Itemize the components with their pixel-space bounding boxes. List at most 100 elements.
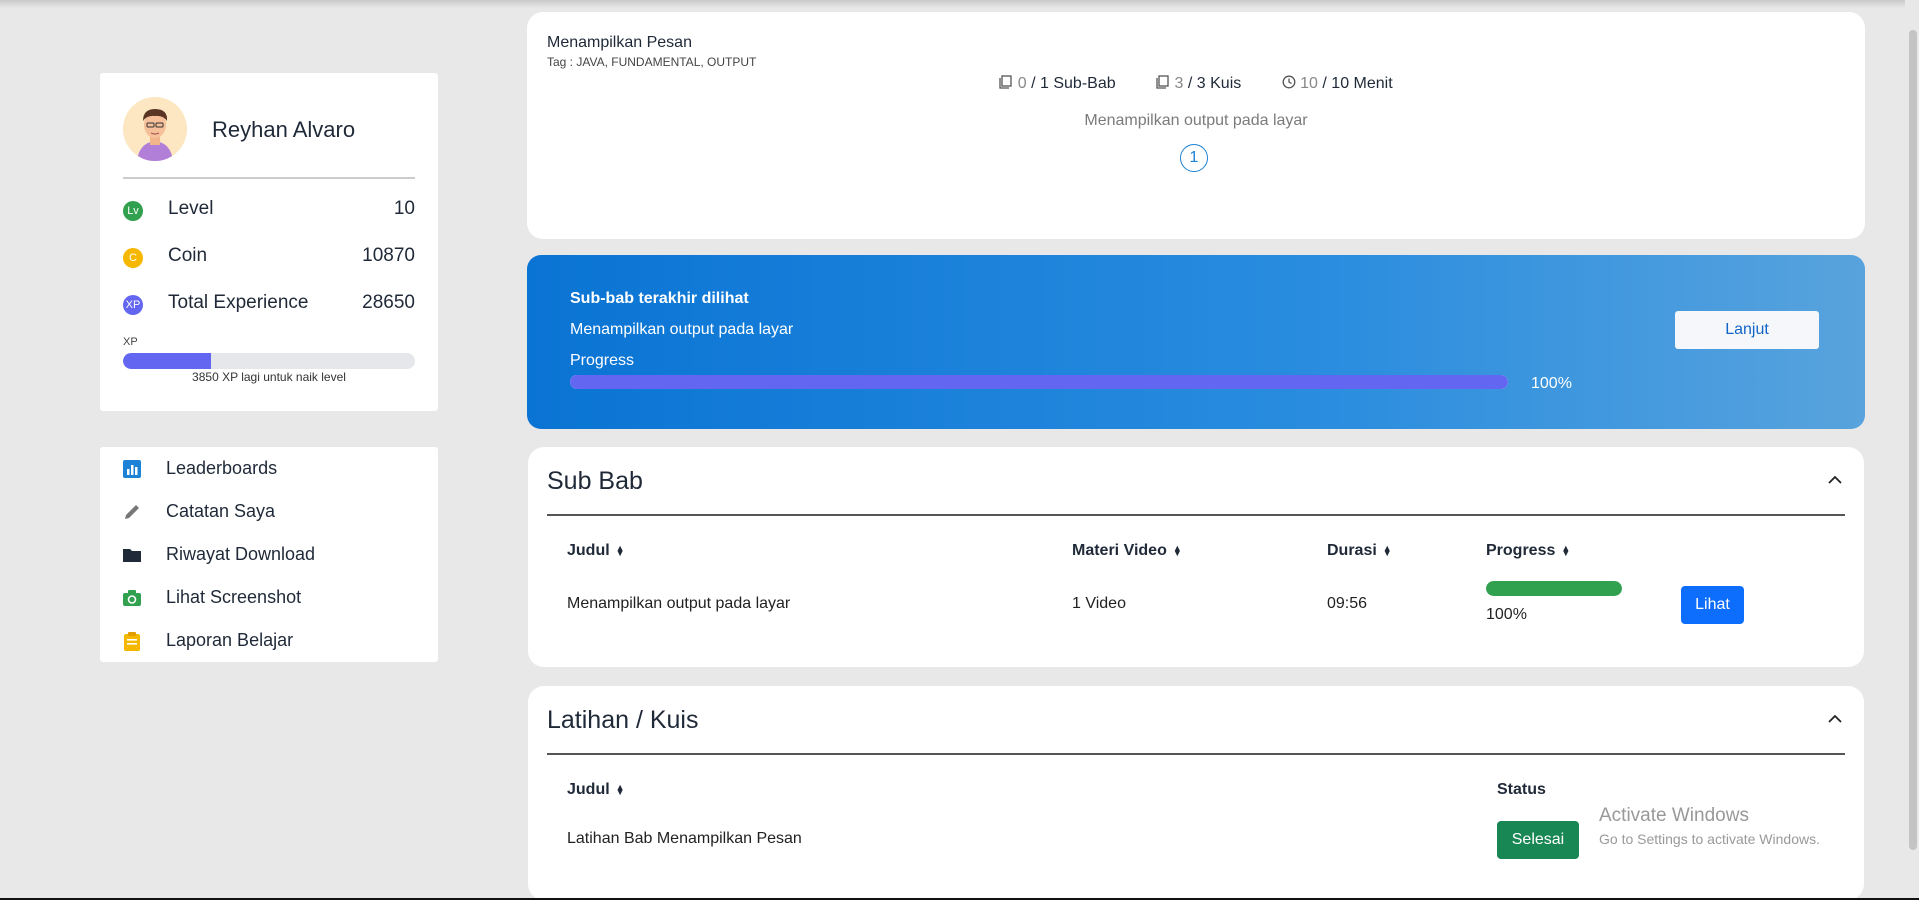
book-icon [1156,75,1169,89]
pencil-icon [122,502,142,522]
subbab-heading: Sub Bab [547,467,643,495]
row-judul: Latihan Bab Menampilkan Pesan [567,830,802,847]
sort-icon: ▲ ▼ [615,542,625,558]
menu-label: Laporan Belajar [166,630,294,650]
menit-stat: 10 / 10 Menit [1282,75,1393,93]
course-card: Menampilkan Pesan Tag : JAVA, FUNDAMENTA… [527,12,1865,239]
sort-icon: ▲ ▼ [615,781,625,797]
menu-item-catatan[interactable]: Catatan Saya [100,492,438,532]
coin-row: C Coin 10870 [123,245,415,271]
chevron-up-icon[interactable] [1826,471,1844,489]
xp-progress-bar [123,353,415,369]
coin-icon: C [123,248,143,268]
clock-icon [1282,75,1296,89]
xp-bar-label: XP [123,336,138,348]
progress-label: Progress [570,352,635,369]
profile-card: Reyhan Alvaro Lv Level 10 C Coin 10870 X… [100,73,438,411]
course-title: Menampilkan Pesan [547,34,692,51]
menu-label: Leaderboards [166,458,278,478]
course-stats: 0 / 1 Sub-Bab 3 / 3 Kuis 10 / 10 Menit [527,75,1865,93]
row-judul: Menampilkan output pada layar [567,595,791,612]
last-viewed-progress-text: 100% [1531,375,1572,392]
menit-done: 10 [1300,75,1318,92]
last-viewed-title: Sub-bab terakhir dilihat [570,290,749,307]
status-button[interactable]: Selesai [1497,821,1579,859]
course-tags: Tag : JAVA, FUNDAMENTAL, OUTPUT [547,55,757,69]
column-label: Judul [567,781,610,798]
continue-button[interactable]: Lanjut [1675,311,1819,349]
level-icon: Lv [123,201,143,221]
divider [123,177,415,179]
row-progress-fill [1486,581,1622,596]
menu-label: Catatan Saya [166,501,276,521]
camera-icon [122,588,142,608]
xp-icon: XP [123,295,143,315]
last-viewed-card: Sub-bab terakhir dilihat Menampilkan out… [527,255,1865,429]
row-progress-text: 100% [1486,606,1527,623]
divider [547,753,1845,755]
column-materi[interactable]: Materi Video ▲ ▼ [1072,542,1182,560]
activate-windows-watermark: Activate Windows Go to Settings to activ… [1599,805,1820,847]
latihan-card: Latihan / Kuis Judul ▲ ▼ Status Latihan Ba… [528,686,1864,900]
last-viewed-subtitle: Menampilkan output pada layar [570,321,794,338]
menu-item-leaderboards[interactable]: Leaderboards [100,449,438,489]
folder-icon [122,545,142,565]
scrollbar-thumb[interactable] [1909,30,1917,850]
subbab-total: / 1 Sub-Bab [1031,75,1116,92]
bar-chart-icon [122,459,142,479]
divider [547,514,1845,516]
xp-note: 3850 XP lagi untuk naik level [192,370,346,384]
subbab-done: 0 [1017,75,1027,92]
column-judul[interactable]: Judul ▲ ▼ [567,781,625,799]
kuis-total: / 3 Kuis [1187,75,1242,92]
sort-icon: ▲ ▼ [1561,542,1571,558]
coin-value: 10870 [362,245,415,266]
menu-label: Lihat Screenshot [166,587,302,607]
column-label: Durasi [1327,542,1377,559]
menu-item-riwayat-download[interactable]: Riwayat Download [100,535,438,575]
menu-item-laporan-belajar[interactable]: Laporan Belajar [100,621,438,661]
coin-label: Coin [168,245,208,266]
level-label: Level [168,198,214,219]
column-label: Judul [567,542,610,559]
step-indicator[interactable]: 1 [1180,144,1208,172]
lihat-button[interactable]: Lihat [1681,586,1744,624]
last-viewed-progress-bar [570,375,1508,389]
sort-icon: ▲ ▼ [1382,542,1392,558]
avatar [123,97,187,161]
experience-value: 28650 [362,292,415,313]
subbab-stat: 0 / 1 Sub-Bab [999,75,1116,93]
row-materi: 1 Video [1072,595,1126,612]
row-durasi: 09:56 [1327,595,1368,612]
latihan-heading: Latihan / Kuis [547,706,699,734]
watermark-title: Activate Windows [1599,805,1749,826]
scrollbar[interactable] [1905,0,1919,900]
kuis-stat: 3 / 3 Kuis [1156,75,1241,93]
last-viewed-progress-fill [570,375,1508,389]
experience-label: Total Experience [168,292,309,313]
sort-icon: ▲ ▼ [1172,542,1182,558]
column-judul[interactable]: Judul ▲ ▼ [567,542,625,560]
menu-item-lihat-screenshot[interactable]: Lihat Screenshot [100,578,438,618]
book-icon [999,75,1012,89]
subbab-card: Sub Bab Judul ▲ ▼ Materi Video ▲ ▼ Durasi ▲ ▼ … [528,447,1864,667]
experience-row: XP Total Experience 28650 [123,292,415,318]
kuis-done: 3 [1174,75,1184,92]
column-label: Progress [1486,542,1556,559]
top-shadow [0,0,1919,8]
menit-total: / 10 Menit [1322,75,1393,92]
column-durasi[interactable]: Durasi ▲ ▼ [1327,542,1392,560]
column-status: Status [1497,781,1546,798]
side-menu: Leaderboards Catatan Saya Riwayat Downlo… [100,447,438,662]
menu-label: Riwayat Download [166,544,316,564]
watermark-subtitle: Go to Settings to activate Windows. [1599,831,1820,847]
row-progress-bar [1486,581,1622,596]
level-value: 10 [393,198,415,219]
profile-name: Reyhan Alvaro [212,117,356,142]
column-label: Materi Video [1072,542,1167,559]
xp-progress-fill [123,353,211,369]
column-progress[interactable]: Progress ▲ ▼ [1486,542,1570,560]
chevron-up-icon[interactable] [1826,710,1844,728]
level-row: Lv Level 10 [123,198,415,224]
clipboard-icon [122,631,142,651]
